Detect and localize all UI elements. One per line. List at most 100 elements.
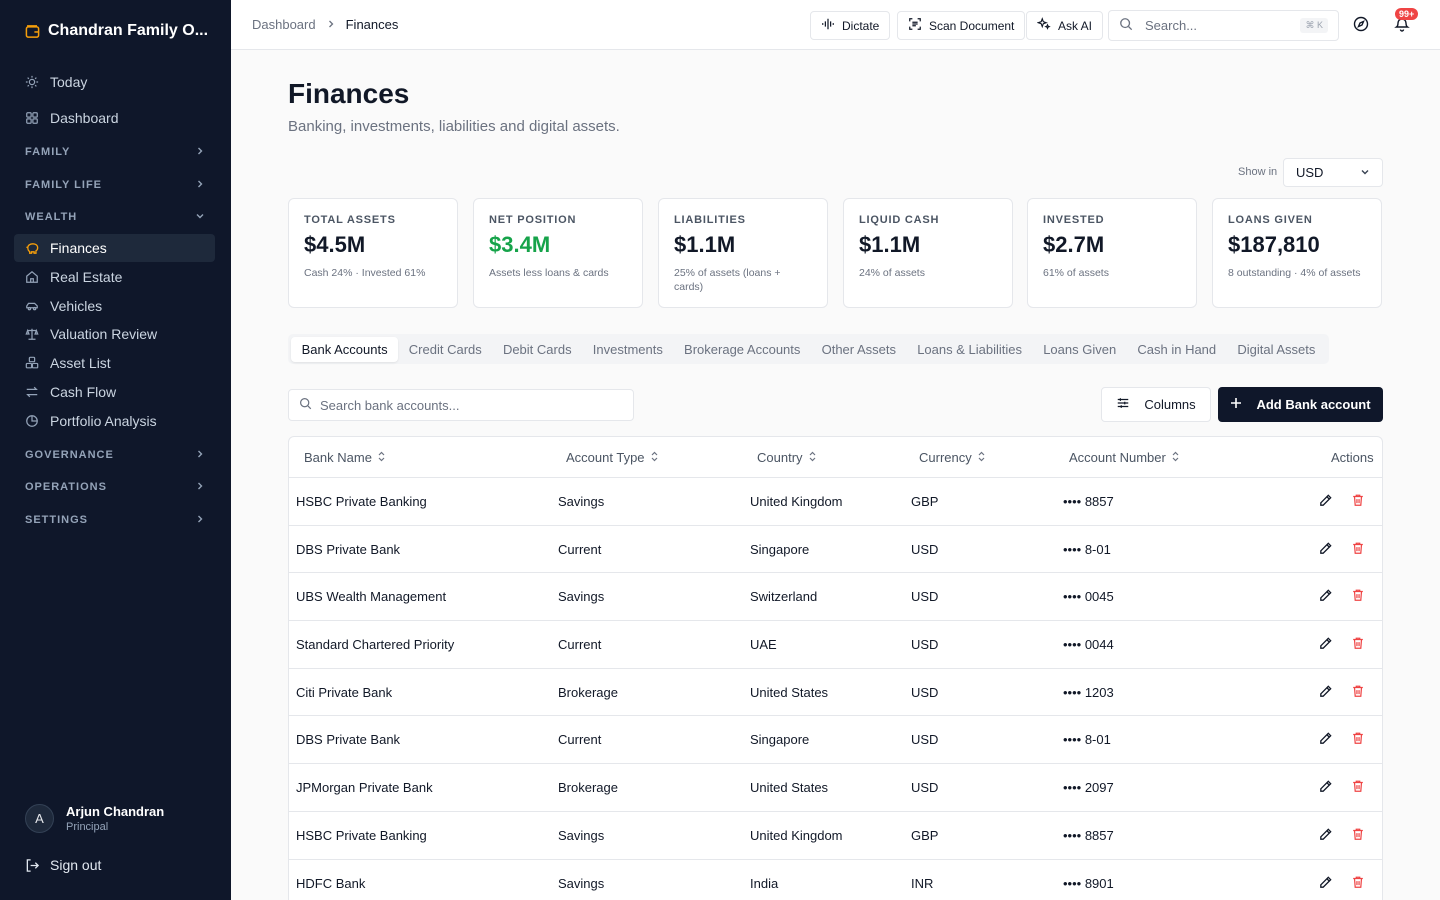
sidebar-item-portfolio-analysis[interactable]: Portfolio Analysis: [14, 407, 215, 435]
table-row[interactable]: HSBC Private Banking Savings United Kingdo…: [289, 478, 1382, 526]
delete-trash-icon[interactable]: [1351, 731, 1367, 747]
breadcrumb-finances: Finances: [345, 17, 399, 32]
scan-document-button[interactable]: Scan Document: [897, 11, 1026, 40]
tab-loans-liabilities[interactable]: Loans & Liabilities: [907, 337, 1033, 362]
delete-trash-icon[interactable]: [1351, 779, 1367, 795]
breadcrumb-dashboard[interactable]: Dashboard: [252, 17, 316, 32]
plus-icon: [1230, 397, 1242, 412]
user-name: Arjun Chandran: [66, 804, 165, 819]
sort-icon: [650, 450, 659, 465]
bank-search-placeholder: Search bank accounts...: [320, 397, 460, 413]
edit-pencil-icon[interactable]: [1318, 731, 1334, 747]
sidebar-item-asset-list[interactable]: Asset List: [14, 349, 215, 377]
edit-pencil-icon[interactable]: [1318, 875, 1334, 891]
tab-bank-accounts[interactable]: Bank Accounts: [291, 336, 399, 362]
card-value: $2.7M: [1043, 232, 1105, 257]
section-family[interactable]: FAMILY: [25, 143, 205, 161]
sidebar-item-today[interactable]: Today: [14, 68, 215, 96]
cell-account-number: •••• 0044: [1063, 637, 1114, 653]
edit-pencil-icon[interactable]: [1318, 541, 1334, 557]
tab-digital-assets[interactable]: Digital Assets: [1227, 337, 1326, 362]
currency-select[interactable]: USD: [1283, 158, 1383, 187]
sidebar-item-dashboard[interactable]: Dashboard: [14, 104, 215, 132]
edit-pencil-icon[interactable]: [1318, 636, 1334, 652]
sidebar-item-label: Vehicles: [50, 298, 103, 314]
delete-trash-icon[interactable]: [1351, 493, 1367, 509]
sidebar-item-real-estate[interactable]: Real Estate: [14, 263, 215, 291]
sidebar-item-valuation-review[interactable]: Valuation Review: [14, 320, 215, 348]
delete-trash-icon[interactable]: [1351, 684, 1367, 700]
header-label: Account Number: [1069, 450, 1166, 465]
table-row[interactable]: JPMorgan Private Bank Brokerage United Sta…: [289, 764, 1382, 812]
section-family-life[interactable]: FAMILY LIFE: [25, 176, 205, 194]
scale-icon: [24, 326, 40, 342]
ask-ai-button[interactable]: Ask AI: [1026, 11, 1104, 40]
delete-trash-icon[interactable]: [1351, 588, 1367, 604]
scan-icon: [908, 17, 922, 34]
finance-tabs: Bank Accounts Credit Cards Debit Cards I…: [288, 334, 1329, 364]
log-out-icon: [24, 857, 40, 873]
chevron-down-icon: [1360, 165, 1370, 180]
edit-pencil-icon[interactable]: [1318, 684, 1334, 700]
cell-currency: USD: [911, 684, 939, 700]
dictate-button[interactable]: Dictate: [810, 11, 891, 40]
card-label: NET POSITION: [489, 214, 577, 226]
tab-cash-in-hand[interactable]: Cash in Hand: [1127, 337, 1227, 362]
header-label: Account Type: [566, 450, 645, 465]
delete-trash-icon[interactable]: [1351, 541, 1367, 557]
page-subtitle: Banking, investments, liabilities and di…: [288, 118, 620, 135]
table-row[interactable]: DBS Private Bank Current Singapore USD •••• …: [289, 716, 1382, 765]
add-bank-account-button[interactable]: Add Bank account: [1218, 387, 1383, 422]
cell-country: United Kingdom: [750, 494, 843, 509]
card-note: 61% of assets: [1043, 267, 1109, 279]
cell-bank-name: Standard Chartered Priority: [296, 637, 455, 653]
header-label: Country: [757, 450, 803, 465]
table-row[interactable]: HDFC Bank Savings India INR •••• 8901: [289, 860, 1382, 900]
table-row[interactable]: UBS Wealth Management Savings Switzerland U…: [289, 573, 1382, 622]
delete-trash-icon[interactable]: [1351, 875, 1367, 891]
sidebar-item-label: Today: [50, 74, 88, 90]
tab-credit-cards[interactable]: Credit Cards: [398, 337, 492, 362]
table-row[interactable]: DBS Private Bank Current Singapore USD •••• …: [289, 526, 1382, 574]
sidebar-item-vehicles[interactable]: Vehicles: [14, 292, 215, 320]
delete-trash-icon[interactable]: [1351, 827, 1367, 843]
header-account-type[interactable]: Account Type: [566, 450, 659, 465]
header-country[interactable]: Country: [757, 450, 817, 465]
edit-pencil-icon[interactable]: [1318, 827, 1334, 843]
header-label: Currency: [919, 450, 972, 465]
compass-icon[interactable]: [1353, 16, 1371, 34]
header-bank-name[interactable]: Bank Name: [304, 450, 386, 465]
tab-brokerage-accounts[interactable]: Brokerage Accounts: [673, 337, 811, 362]
section-operations[interactable]: OPERATIONS: [25, 478, 205, 496]
section-settings[interactable]: SETTINGS: [25, 511, 205, 529]
sidebar-item-label: Valuation Review: [50, 326, 158, 342]
tab-other-assets[interactable]: Other Assets: [811, 337, 907, 362]
tab-investments[interactable]: Investments: [582, 337, 673, 362]
tab-loans-given[interactable]: Loans Given: [1033, 337, 1127, 362]
table-row[interactable]: Citi Private Bank Brokerage United States U…: [289, 669, 1382, 717]
sign-out-button[interactable]: Sign out: [24, 857, 101, 873]
cell-account-number: •••• 8-01: [1063, 541, 1111, 557]
columns-button[interactable]: Columns: [1101, 387, 1211, 422]
user-profile[interactable]: A Arjun Chandran Principal: [25, 804, 164, 833]
tab-debit-cards[interactable]: Debit Cards: [492, 337, 582, 362]
header-account-number[interactable]: Account Number: [1069, 450, 1180, 465]
section-governance[interactable]: GOVERNANCE: [25, 446, 205, 464]
cell-bank-name: DBS Private Bank: [296, 541, 401, 557]
edit-pencil-icon[interactable]: [1318, 779, 1334, 795]
section-label: SETTINGS: [25, 514, 89, 526]
section-label: GOVERNANCE: [25, 449, 114, 461]
table-row[interactable]: HSBC Private Banking Savings United Kingdo…: [289, 812, 1382, 860]
global-search-input[interactable]: Search... ⌘ K: [1108, 10, 1339, 41]
header-currency[interactable]: Currency: [919, 450, 986, 465]
sidebar-item-finances[interactable]: Finances: [14, 234, 215, 262]
delete-trash-icon[interactable]: [1351, 636, 1367, 652]
section-wealth[interactable]: WEALTH: [25, 208, 205, 226]
sidebar-item-cash-flow[interactable]: Cash Flow: [14, 378, 215, 406]
edit-pencil-icon[interactable]: [1318, 588, 1334, 604]
header-actions: Actions: [1331, 450, 1374, 465]
brand[interactable]: Chandran Family O...: [24, 22, 208, 40]
table-row[interactable]: Standard Chartered Priority Current UAE USD…: [289, 621, 1382, 669]
edit-pencil-icon[interactable]: [1318, 493, 1334, 509]
bank-search-input[interactable]: Search bank accounts...: [288, 389, 634, 421]
